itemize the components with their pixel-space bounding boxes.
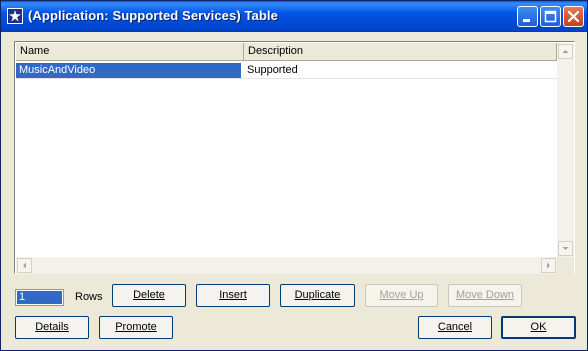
- ok-button[interactable]: OK: [501, 316, 576, 339]
- move-up-button[interactable]: Move Up: [365, 284, 438, 307]
- move-down-button[interactable]: Move Down: [448, 284, 522, 307]
- dialog-window: (Application: Supported Services) Table …: [0, 0, 588, 351]
- scroll-down-button[interactable]: [558, 241, 573, 256]
- column-header-description[interactable]: Description: [244, 43, 557, 61]
- scrollbar-corner: [557, 257, 574, 274]
- details-button-label: Details: [35, 321, 69, 333]
- rows-count-field[interactable]: [15, 289, 64, 306]
- maximize-icon: [544, 10, 557, 23]
- scroll-up-icon: [562, 50, 569, 53]
- rows-label: Rows: [75, 291, 103, 303]
- insert-button[interactable]: Insert: [196, 284, 270, 307]
- maximize-button[interactable]: [540, 6, 561, 27]
- minimize-button[interactable]: [517, 6, 538, 27]
- column-header-name[interactable]: Name: [16, 43, 244, 61]
- minimize-icon: [523, 19, 530, 22]
- promote-button-label: Promote: [115, 321, 157, 333]
- services-table[interactable]: Name Description MusicAndVideo Supported: [14, 41, 575, 274]
- window-title: (Application: Supported Services) Table: [28, 8, 278, 23]
- vertical-scrollbar[interactable]: [557, 43, 574, 257]
- cell-name[interactable]: MusicAndVideo: [16, 63, 241, 78]
- title-bar[interactable]: (Application: Supported Services) Table: [1, 1, 587, 32]
- promote-button[interactable]: Promote: [99, 316, 173, 339]
- scroll-down-icon: [562, 247, 569, 250]
- row-divider: [16, 78, 557, 79]
- close-icon: [567, 10, 580, 23]
- details-button[interactable]: Details: [15, 316, 89, 339]
- cancel-button[interactable]: Cancel: [418, 316, 492, 339]
- duplicate-button-label: Duplicate: [294, 289, 341, 301]
- scroll-right-button[interactable]: [541, 258, 556, 273]
- cell-description[interactable]: Supported: [244, 63, 557, 78]
- scroll-left-button[interactable]: [17, 258, 32, 273]
- move-down-button-label: Move Down: [455, 289, 515, 301]
- move-up-button-label: Move Up: [379, 289, 424, 301]
- duplicate-button[interactable]: Duplicate: [280, 284, 355, 307]
- insert-button-label: Insert: [219, 289, 247, 301]
- scroll-right-icon: [547, 262, 550, 269]
- table-row[interactable]: MusicAndVideo Supported: [16, 63, 557, 79]
- delete-button-label: Delete: [133, 289, 165, 301]
- app-icon[interactable]: [7, 8, 23, 24]
- horizontal-scrollbar[interactable]: [16, 257, 557, 274]
- scroll-left-icon: [23, 262, 26, 269]
- cancel-button-label: Cancel: [437, 321, 473, 333]
- close-button[interactable]: [563, 6, 584, 27]
- rows-count-input[interactable]: [17, 291, 62, 304]
- ok-button-label: OK: [530, 321, 547, 333]
- delete-button[interactable]: Delete: [112, 284, 186, 307]
- scroll-up-button[interactable]: [558, 44, 573, 59]
